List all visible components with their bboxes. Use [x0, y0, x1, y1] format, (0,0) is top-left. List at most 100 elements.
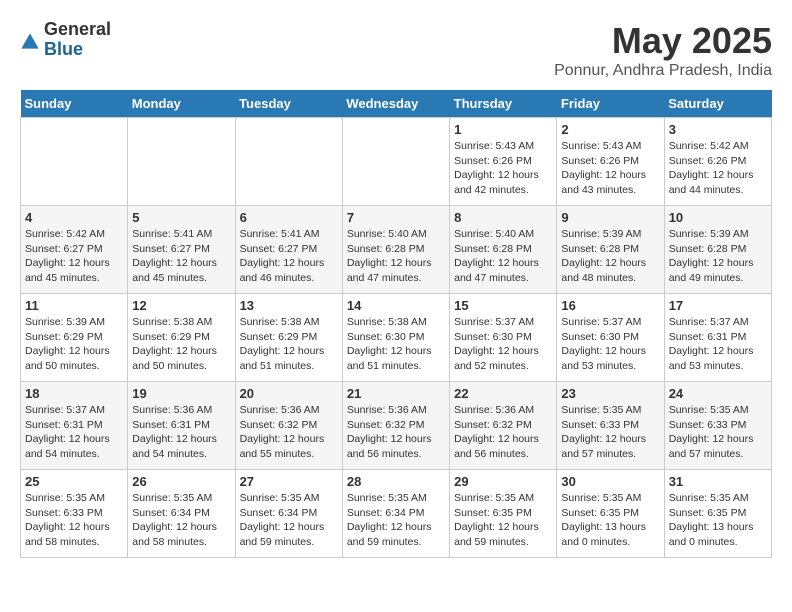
day-number: 16	[561, 298, 659, 313]
calendar-cell: 22Sunrise: 5:36 AM Sunset: 6:32 PM Dayli…	[450, 382, 557, 470]
day-info: Sunrise: 5:39 AM Sunset: 6:28 PM Dayligh…	[561, 227, 659, 286]
day-info: Sunrise: 5:35 AM Sunset: 6:33 PM Dayligh…	[669, 403, 767, 462]
calendar-cell: 16Sunrise: 5:37 AM Sunset: 6:30 PM Dayli…	[557, 294, 664, 382]
calendar-cell: 17 Sunrise: 5:37 AM Sunset: 6:31 PM Dayli…	[664, 294, 771, 382]
weekday-header-wednesday: Wednesday	[342, 90, 449, 118]
day-number: 8	[454, 210, 552, 225]
day-number: 31	[669, 474, 767, 489]
day-number: 27	[240, 474, 338, 489]
title-area: May 2025 Ponnur, Andhra Pradesh, India	[554, 20, 772, 80]
day-info: Sunrise: 5:38 AM Sunset: 6:29 PM Dayligh…	[240, 315, 338, 374]
day-info: Sunrise: 5:35 AM Sunset: 6:34 PM Dayligh…	[347, 491, 445, 550]
day-number: 6	[240, 210, 338, 225]
calendar-header: SundayMondayTuesdayWednesdayThursdayFrid…	[21, 90, 772, 118]
weekday-header-thursday: Thursday	[450, 90, 557, 118]
day-number: 4	[25, 210, 123, 225]
calendar-cell: 4 Sunrise: 5:42 AM Sunset: 6:27 PM Daylig…	[21, 206, 128, 294]
day-number: 5	[132, 210, 230, 225]
day-number: 22	[454, 386, 552, 401]
day-info: Sunrise: 5:36 AM Sunset: 6:32 PM Dayligh…	[240, 403, 338, 462]
day-number: 26	[132, 474, 230, 489]
calendar-cell: 21 Sunrise: 5:36 AM Sunset: 6:32 PM Dayli…	[342, 382, 449, 470]
day-info: Sunrise: 5:35 AM Sunset: 6:35 PM Dayligh…	[454, 491, 552, 550]
calendar-cell: 7Sunrise: 5:40 AM Sunset: 6:28 PM Daylig…	[342, 206, 449, 294]
day-number: 7	[347, 210, 445, 225]
day-number: 21	[347, 386, 445, 401]
calendar-cell: 23 Sunrise: 5:35 AM Sunset: 6:33 PM Dayli…	[557, 382, 664, 470]
day-info: Sunrise: 5:43 AM Sunset: 6:26 PM Dayligh…	[561, 139, 659, 198]
calendar-cell: 5Sunrise: 5:41 AM Sunset: 6:27 PM Daylig…	[128, 206, 235, 294]
calendar-cell: 9Sunrise: 5:39 AM Sunset: 6:28 PM Daylig…	[557, 206, 664, 294]
page-header: General Blue May 2025 Ponnur, Andhra Pra…	[20, 20, 772, 80]
calendar-week-3: 11 Sunrise: 5:39 AM Sunset: 6:29 PM Dayli…	[21, 294, 772, 382]
day-info: Sunrise: 5:35 AM Sunset: 6:33 PM Dayligh…	[561, 403, 659, 462]
calendar-cell: 12 Sunrise: 5:38 AM Sunset: 6:29 PM Dayli…	[128, 294, 235, 382]
day-info: Sunrise: 5:36 AM Sunset: 6:32 PM Dayligh…	[347, 403, 445, 462]
calendar-cell: 28 Sunrise: 5:35 AM Sunset: 6:34 PM Dayli…	[342, 470, 449, 558]
day-info: Sunrise: 5:41 AM Sunset: 6:27 PM Dayligh…	[240, 227, 338, 286]
day-number: 11	[25, 298, 123, 313]
day-info: Sunrise: 5:40 AM Sunset: 6:28 PM Dayligh…	[454, 227, 552, 286]
day-number: 29	[454, 474, 552, 489]
logo-icon	[20, 32, 40, 52]
day-number: 19	[132, 386, 230, 401]
logo-text: General Blue	[44, 20, 111, 60]
weekday-header-saturday: Saturday	[664, 90, 771, 118]
day-info: Sunrise: 5:35 AM Sunset: 6:34 PM Dayligh…	[132, 491, 230, 550]
calendar-cell: 10 Sunrise: 5:39 AM Sunset: 6:28 PM Dayli…	[664, 206, 771, 294]
weekday-header-monday: Monday	[128, 90, 235, 118]
day-number: 13	[240, 298, 338, 313]
calendar-cell	[21, 118, 128, 206]
logo-blue-text: Blue	[44, 40, 111, 60]
day-info: Sunrise: 5:37 AM Sunset: 6:31 PM Dayligh…	[669, 315, 767, 374]
day-info: Sunrise: 5:37 AM Sunset: 6:31 PM Dayligh…	[25, 403, 123, 462]
weekday-row: SundayMondayTuesdayWednesdayThursdayFrid…	[21, 90, 772, 118]
day-number: 14	[347, 298, 445, 313]
calendar-cell: 8 Sunrise: 5:40 AM Sunset: 6:28 PM Daylig…	[450, 206, 557, 294]
day-info: Sunrise: 5:35 AM Sunset: 6:35 PM Dayligh…	[561, 491, 659, 550]
day-info: Sunrise: 5:42 AM Sunset: 6:27 PM Dayligh…	[25, 227, 123, 286]
day-info: Sunrise: 5:39 AM Sunset: 6:28 PM Dayligh…	[669, 227, 767, 286]
day-info: Sunrise: 5:37 AM Sunset: 6:30 PM Dayligh…	[454, 315, 552, 374]
calendar-cell: 19Sunrise: 5:36 AM Sunset: 6:31 PM Dayli…	[128, 382, 235, 470]
day-info: Sunrise: 5:42 AM Sunset: 6:26 PM Dayligh…	[669, 139, 767, 198]
calendar-cell: 1 Sunrise: 5:43 AM Sunset: 6:26 PM Daylig…	[450, 118, 557, 206]
calendar-cell: 2 Sunrise: 5:43 AM Sunset: 6:26 PM Daylig…	[557, 118, 664, 206]
day-number: 18	[25, 386, 123, 401]
day-number: 1	[454, 122, 552, 137]
calendar-table: SundayMondayTuesdayWednesdayThursdayFrid…	[20, 90, 772, 558]
calendar-week-4: 18 Sunrise: 5:37 AM Sunset: 6:31 PM Dayli…	[21, 382, 772, 470]
weekday-header-friday: Friday	[557, 90, 664, 118]
calendar-cell: 6 Sunrise: 5:41 AM Sunset: 6:27 PM Daylig…	[235, 206, 342, 294]
calendar-cell: 15 Sunrise: 5:37 AM Sunset: 6:30 PM Dayli…	[450, 294, 557, 382]
day-info: Sunrise: 5:35 AM Sunset: 6:33 PM Dayligh…	[25, 491, 123, 550]
day-number: 28	[347, 474, 445, 489]
day-info: Sunrise: 5:35 AM Sunset: 6:35 PM Dayligh…	[669, 491, 767, 550]
calendar-cell: 27 Sunrise: 5:35 AM Sunset: 6:34 PM Dayli…	[235, 470, 342, 558]
day-info: Sunrise: 5:38 AM Sunset: 6:30 PM Dayligh…	[347, 315, 445, 374]
calendar-cell	[235, 118, 342, 206]
calendar-cell: 18 Sunrise: 5:37 AM Sunset: 6:31 PM Dayli…	[21, 382, 128, 470]
calendar-cell: 31 Sunrise: 5:35 AM Sunset: 6:35 PM Dayli…	[664, 470, 771, 558]
calendar-cell: 20Sunrise: 5:36 AM Sunset: 6:32 PM Dayli…	[235, 382, 342, 470]
calendar-cell: 25Sunrise: 5:35 AM Sunset: 6:33 PM Dayli…	[21, 470, 128, 558]
logo: General Blue	[20, 20, 111, 60]
calendar-cell: 14 Sunrise: 5:38 AM Sunset: 6:30 PM Dayli…	[342, 294, 449, 382]
calendar-cell: 13 Sunrise: 5:38 AM Sunset: 6:29 PM Dayli…	[235, 294, 342, 382]
day-info: Sunrise: 5:35 AM Sunset: 6:34 PM Dayligh…	[240, 491, 338, 550]
day-info: Sunrise: 5:39 AM Sunset: 6:29 PM Dayligh…	[25, 315, 123, 374]
day-number: 17	[669, 298, 767, 313]
day-number: 10	[669, 210, 767, 225]
day-number: 15	[454, 298, 552, 313]
day-info: Sunrise: 5:43 AM Sunset: 6:26 PM Dayligh…	[454, 139, 552, 198]
calendar-cell: 3 Sunrise: 5:42 AM Sunset: 6:26 PM Daylig…	[664, 118, 771, 206]
logo-general-text: General	[44, 20, 111, 40]
month-title: May 2025	[554, 20, 772, 62]
day-number: 30	[561, 474, 659, 489]
weekday-header-tuesday: Tuesday	[235, 90, 342, 118]
day-number: 3	[669, 122, 767, 137]
day-number: 2	[561, 122, 659, 137]
day-info: Sunrise: 5:38 AM Sunset: 6:29 PM Dayligh…	[132, 315, 230, 374]
day-number: 23	[561, 386, 659, 401]
day-number: 12	[132, 298, 230, 313]
